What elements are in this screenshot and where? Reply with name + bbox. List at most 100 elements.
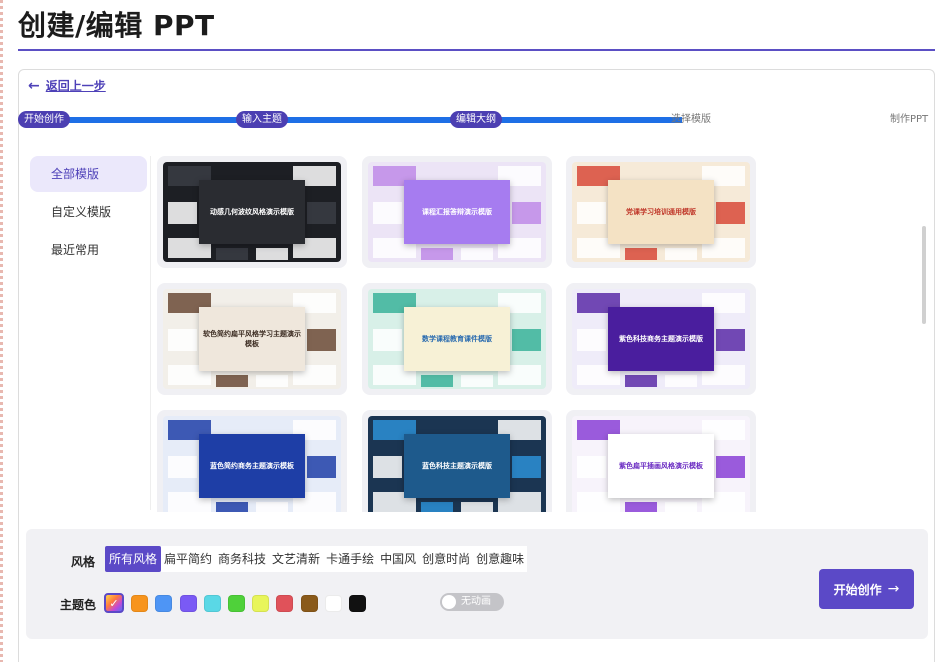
color-swatch[interactable] (324, 594, 342, 612)
mini-slide-decoration (625, 375, 658, 387)
mini-slide-decoration (716, 329, 745, 351)
mini-slide-decoration (307, 456, 336, 478)
color-swatch[interactable] (203, 594, 221, 612)
template-scrollbar[interactable] (922, 226, 926, 324)
template-card[interactable]: 动感几何波纹风格演示模版 (157, 156, 347, 268)
check-icon: ✓ (109, 596, 119, 610)
template-title: 课程汇报答辩演示模版 (403, 180, 511, 244)
template-title: 蓝色简约商务主题演示模板 (198, 434, 306, 498)
mini-slide-decoration (664, 248, 697, 260)
color-swatch[interactable] (252, 594, 270, 612)
sidebar-item-custom[interactable]: 自定义模版 (30, 194, 147, 230)
title-divider (18, 49, 935, 51)
mini-slide-decoration (460, 375, 493, 387)
mini-slide-decoration (460, 248, 493, 260)
template-thumbnail: 蓝色科技主题演示模版 (368, 416, 546, 512)
mini-slide-decoration (716, 202, 745, 224)
step-outline[interactable]: 编辑大纲 (450, 111, 502, 128)
template-thumbnail: 党课学习培训通用模版 (572, 162, 750, 262)
mini-slide-decoration (168, 329, 197, 351)
color-swatch[interactable] (155, 594, 173, 612)
color-swatch-all[interactable]: ✓ (104, 593, 124, 613)
template-category-sidebar: 全部模版 自定义模版 最近常用 (30, 156, 147, 270)
template-card[interactable]: 党课学习培训通用模版 (566, 156, 756, 268)
mini-slide-decoration (512, 329, 541, 351)
animation-toggle[interactable]: 无动画 (440, 593, 504, 611)
template-grid: 动感几何波纹风格演示模版 课程汇报答辩演示模版 党课学习培训通用模版 软色简约扁… (157, 156, 767, 512)
start-create-button[interactable]: 开始创作 → (819, 569, 914, 609)
mini-slide-decoration (512, 456, 541, 478)
color-swatch[interactable] (227, 594, 245, 612)
color-swatch[interactable] (348, 594, 366, 612)
template-card[interactable]: 蓝色科技主题演示模版 (362, 410, 552, 512)
template-card[interactable]: 软色简约扁平风格学习主题演示模板 (157, 283, 347, 395)
style-option-flat[interactable]: 扁平简约 (161, 546, 216, 572)
mini-slide-decoration (255, 375, 288, 387)
mini-slide-decoration (373, 456, 402, 478)
template-thumbnail: 蓝色简约商务主题演示模板 (163, 416, 341, 512)
template-thumbnail: 紫色扁平插画风格演示模板 (572, 416, 750, 512)
mini-slide-decoration (664, 375, 697, 387)
style-option-fashion[interactable]: 创意时尚 (419, 546, 474, 572)
mini-slide-decoration (168, 202, 197, 224)
sidebar-item-all[interactable]: 全部模版 (30, 156, 147, 192)
mini-slide-decoration (216, 502, 249, 512)
mini-slide-decoration (307, 329, 336, 351)
step-topic[interactable]: 输入主题 (236, 111, 288, 128)
style-filter-group: 所有风格 扁平简约 商务科技 文艺清新 卡通手绘 中国风 创意时尚 创意趣味 (105, 546, 528, 572)
mini-slide-decoration (216, 248, 249, 260)
arrow-right-icon: → (887, 581, 900, 597)
mini-slide-decoration (421, 502, 454, 512)
mini-slide-decoration (307, 202, 336, 224)
color-swatch[interactable] (276, 594, 294, 612)
template-title: 动感几何波纹风格演示模版 (198, 180, 306, 244)
template-thumbnail: 软色简约扁平风格学习主题演示模板 (163, 289, 341, 389)
style-option-chinese[interactable]: 中国风 (377, 546, 420, 572)
mini-slide-decoration (216, 375, 249, 387)
animation-toggle-label: 无动画 (461, 596, 491, 607)
mini-slide-decoration (255, 502, 288, 512)
mini-slide-decoration (373, 202, 402, 224)
template-card[interactable]: 紫色扁平插画风格演示模板 (566, 410, 756, 512)
template-card[interactable]: 蓝色简约商务主题演示模板 (157, 410, 347, 512)
template-thumbnail: 紫色科技商务主题演示模版 (572, 289, 750, 389)
mini-slide-decoration (421, 248, 454, 260)
toggle-knob (442, 595, 456, 609)
style-option-fun[interactable]: 创意趣味 (473, 546, 528, 572)
template-card[interactable]: 课程汇报答辩演示模版 (362, 156, 552, 268)
sidebar-item-recent[interactable]: 最近常用 (30, 232, 147, 268)
arrow-left-icon: ← (28, 77, 40, 94)
template-title: 蓝色科技主题演示模版 (403, 434, 511, 498)
mini-slide-decoration (577, 456, 606, 478)
theme-color-label: 主题色 (60, 598, 97, 612)
style-option-business[interactable]: 商务科技 (215, 546, 270, 572)
template-title: 软色简约扁平风格学习主题演示模板 (198, 307, 306, 371)
back-link[interactable]: ← 返回上一步 (28, 77, 106, 94)
step-start[interactable]: 开始创作 (18, 111, 70, 128)
progress-bar-fill (48, 117, 682, 123)
template-card[interactable]: 紫色科技商务主题演示模版 (566, 283, 756, 395)
color-swatch[interactable] (300, 594, 318, 612)
mini-slide-decoration (373, 329, 402, 351)
template-thumbnail: 数学课程教育课件模版 (368, 289, 546, 389)
mini-slide-decoration (577, 202, 606, 224)
page-title: 创建/编辑 PPT (18, 9, 215, 42)
template-thumbnail: 课程汇报答辩演示模版 (368, 162, 546, 262)
mini-slide-decoration (716, 456, 745, 478)
color-swatch[interactable] (179, 594, 197, 612)
color-swatch[interactable] (131, 594, 149, 612)
mini-slide-decoration (625, 502, 658, 512)
template-title: 紫色扁平插画风格演示模板 (607, 434, 715, 498)
mini-slide-decoration (577, 329, 606, 351)
style-option-fresh[interactable]: 文艺清新 (269, 546, 324, 572)
style-option-cartoon[interactable]: 卡通手绘 (323, 546, 378, 572)
mini-slide-decoration (625, 248, 658, 260)
start-create-label: 开始创作 (833, 582, 882, 597)
template-thumbnail: 动感几何波纹风格演示模版 (163, 162, 341, 262)
template-title: 数学课程教育课件模版 (403, 307, 511, 371)
template-card[interactable]: 数学课程教育课件模版 (362, 283, 552, 395)
mini-slide-decoration (168, 456, 197, 478)
template-title: 紫色科技商务主题演示模版 (607, 307, 715, 371)
style-option-all[interactable]: 所有风格 (105, 546, 162, 572)
mini-slide-decoration (512, 202, 541, 224)
